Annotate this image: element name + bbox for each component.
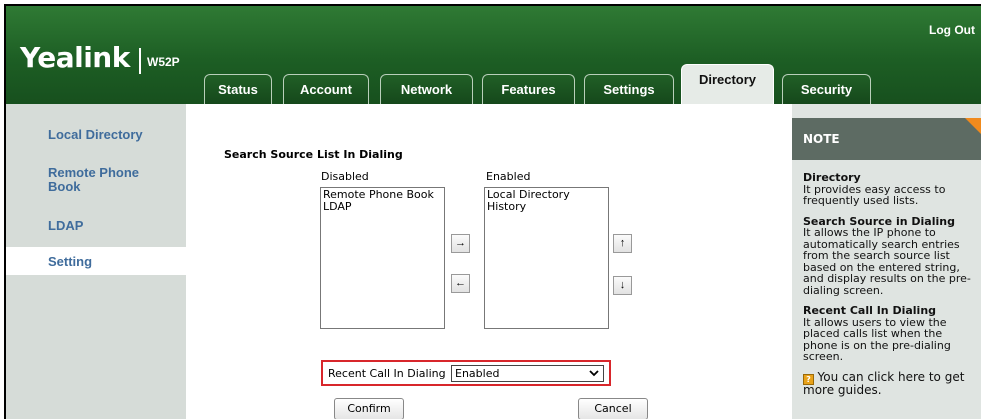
disabled-list-label: Disabled (321, 170, 369, 183)
tab-status[interactable]: Status (204, 74, 272, 104)
recent-call-value: Enabled (455, 367, 500, 380)
note-text: It provides easy access to frequently us… (803, 182, 946, 207)
sidebar-item-remote-phone-book[interactable]: Remote Phone Book (6, 166, 186, 202)
enabled-list[interactable]: Local Directory History (484, 187, 609, 329)
web-ui: Log Out Yealink W52P Status Account Netw… (4, 4, 981, 419)
recent-call-select[interactable]: Enabled (451, 365, 604, 382)
chevron-down-icon (589, 366, 599, 386)
list-item[interactable]: History (487, 201, 606, 213)
main-content: Search Source List In Dialing Disabled E… (186, 104, 792, 419)
recent-call-label: Recent Call In Dialing (328, 367, 446, 380)
note-section: Directory It provides easy access to fre… (803, 172, 979, 207)
move-down-button[interactable]: ↓ (613, 276, 632, 295)
note-panel: NOTE Directory It provides easy access t… (792, 104, 981, 419)
cancel-button[interactable]: Cancel (578, 398, 648, 419)
note-text: It allows users to view the placed calls… (803, 315, 951, 363)
list-item[interactable]: LDAP (323, 201, 442, 213)
recent-call-highlight: Recent Call In Dialing Enabled (321, 360, 611, 386)
disabled-list[interactable]: Remote Phone Book LDAP (320, 187, 445, 329)
logout-link[interactable]: Log Out (929, 23, 975, 37)
note-body: Directory It provides easy access to fre… (803, 172, 979, 396)
sidebar-item-setting[interactable]: Setting (6, 247, 186, 275)
tab-features[interactable]: Features (482, 74, 575, 104)
sidebar: Local Directory Remote Phone Book LDAP S… (6, 104, 186, 419)
tab-account[interactable]: Account (283, 74, 369, 104)
tab-network[interactable]: Network (380, 74, 473, 104)
note-heading: Directory (803, 171, 861, 184)
move-up-button[interactable]: ↑ (613, 234, 632, 253)
confirm-button[interactable]: Confirm (334, 398, 404, 419)
sidebar-item-local-directory[interactable]: Local Directory (6, 128, 186, 148)
guide-link[interactable]: ? You can click here to get more guides. (803, 370, 979, 397)
section-title: Search Source List In Dialing (224, 148, 403, 161)
note-title: NOTE (792, 118, 981, 160)
header: Log Out Yealink W52P Status Account Netw… (6, 6, 981, 104)
note-section: Search Source in Dialing It allows the I… (803, 215, 979, 297)
note-section: Recent Call In Dialing It allows users t… (803, 305, 979, 363)
move-left-button[interactable]: ← (451, 274, 470, 293)
logo: Yealink (20, 41, 130, 74)
sidebar-item-ldap[interactable]: LDAP (6, 219, 186, 239)
note-text: It allows the IP phone to automatically … (803, 226, 971, 297)
corner-flag-icon (965, 118, 981, 136)
guide-text[interactable]: You can click here to get more guides. (803, 370, 964, 397)
move-right-button[interactable]: → (451, 234, 470, 253)
note-heading: Recent Call In Dialing (803, 304, 937, 317)
tab-settings[interactable]: Settings (584, 74, 674, 104)
logo-divider (139, 48, 141, 74)
model-name: W52P (147, 55, 180, 69)
tab-directory[interactable]: Directory (681, 64, 774, 104)
tab-security[interactable]: Security (782, 74, 871, 104)
enabled-list-label: Enabled (486, 170, 531, 183)
